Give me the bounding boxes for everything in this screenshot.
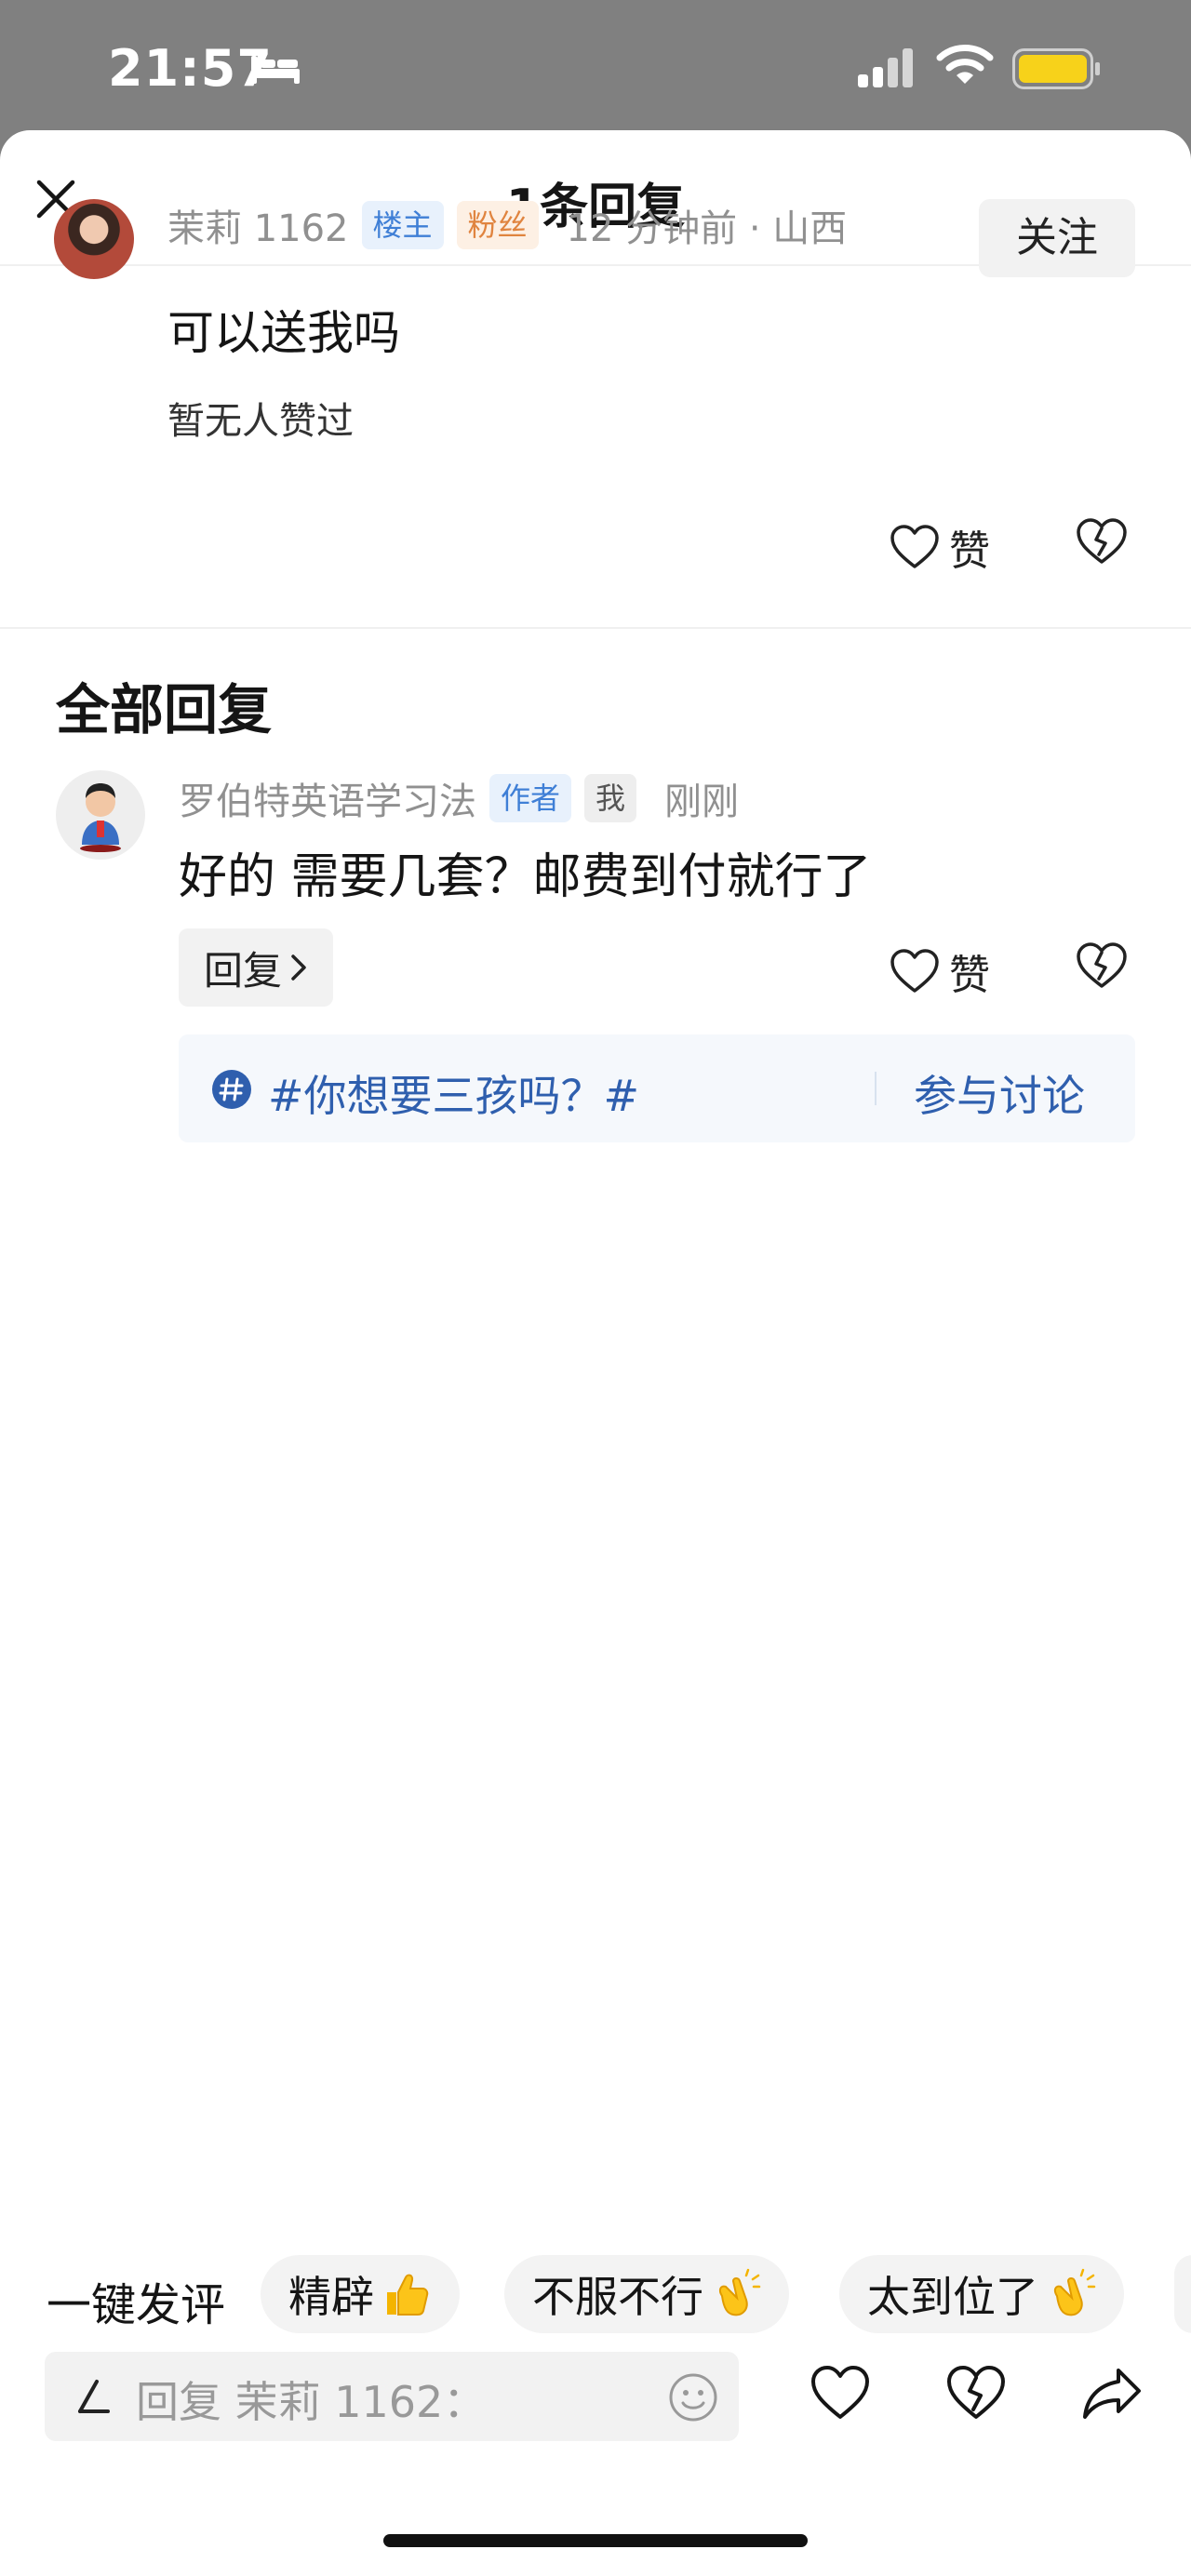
topic-divider — [875, 1072, 877, 1105]
me-badge: 我 — [584, 774, 637, 822]
clapping-hands-icon — [718, 2268, 761, 2316]
heart-icon — [890, 949, 939, 993]
like-button[interactable]: 赞 — [890, 517, 990, 577]
chip-label: 太到位了 — [867, 2272, 1038, 2322]
like-button[interactable]: 赞 — [890, 941, 990, 1001]
quick-comment-chip[interactable]: 不服不行 — [504, 2255, 789, 2333]
op-badge: 楼主 — [361, 201, 444, 249]
replies-sheet: 1条回复 — [0, 130, 1191, 2576]
reply-text: 好的 需要几套？邮费到付就行了 — [179, 849, 872, 905]
topic-card[interactable]: #你想要三孩吗？# 参与讨论 — [179, 1034, 1135, 1142]
reply-meta: 罗伯特英语学习法 作者 我 刚刚 — [179, 770, 739, 826]
heart-icon — [890, 525, 939, 568]
broken-heart-icon[interactable] — [945, 2363, 1007, 2424]
quick-comment-bar: 一键发评 精辟 不服不行 太到位了 — [0, 2255, 1191, 2339]
like-label: 赞 — [949, 527, 990, 575]
reply-button-label: 回复 — [203, 947, 282, 994]
section-title: 全部回复 — [56, 678, 273, 741]
quick-comment-chip[interactable]: 太到位了 — [839, 2255, 1124, 2333]
comment-time-location: 12 分钟前 · 山西 — [566, 207, 848, 250]
topic-title: #你想要三孩吗？# — [268, 1071, 640, 1121]
section-divider — [0, 627, 1191, 629]
reply-input[interactable]: 回复 茉莉 1162： — [45, 2352, 739, 2441]
cellular-signal-icon — [858, 48, 913, 87]
thumbs-up-icon — [387, 2274, 429, 2316]
author-badge: 作者 — [489, 774, 572, 822]
like-label: 赞 — [949, 952, 990, 999]
comment-meta: 茉莉 1162 楼主 粉丝 12 分钟前 · 山西 — [167, 199, 847, 251]
username[interactable]: 茉莉 1162 — [167, 198, 349, 252]
sleep-mode-icon — [251, 56, 300, 84]
likes-status: 暂无人赞过 — [167, 400, 354, 443]
status-bar: 21:57 — [0, 0, 1191, 130]
heart-icon[interactable] — [810, 2363, 871, 2424]
clapping-hands-icon — [1053, 2268, 1096, 2316]
join-discussion-link[interactable]: 参与讨论 — [914, 1062, 1085, 1124]
chip-label: 不服不行 — [532, 2272, 703, 2322]
hashtag-icon — [212, 1070, 251, 1109]
reply-button[interactable]: 回复 — [179, 928, 333, 1007]
status-time: 21:57 — [108, 39, 273, 98]
reply-input-placeholder: 回复 茉莉 1162： — [136, 2377, 487, 2427]
comment-text: 可以送我吗 — [167, 306, 400, 360]
broken-heart-icon[interactable] — [1076, 941, 1128, 990]
follow-button[interactable]: 关注 — [979, 199, 1135, 277]
share-icon[interactable] — [1081, 2363, 1143, 2424]
reply-time: 刚刚 — [664, 781, 740, 823]
broken-heart-icon[interactable] — [1076, 517, 1128, 566]
quick-comment-label: 一键发评 — [47, 2279, 226, 2331]
wifi-icon — [936, 45, 994, 84]
avatar[interactable] — [54, 199, 134, 279]
fan-badge: 粉丝 — [456, 201, 539, 249]
username[interactable]: 罗伯特英语学习法 — [179, 771, 476, 825]
pen-icon — [78, 2380, 110, 2413]
emoji-icon[interactable] — [668, 2372, 718, 2423]
avatar-cartoon-icon — [80, 783, 121, 852]
chip-label: 精辟 — [288, 2272, 374, 2322]
battery-icon — [1012, 48, 1100, 89]
home-indicator — [383, 2534, 808, 2547]
chevron-right-icon — [291, 954, 306, 981]
quick-comment-chip-overflow[interactable] — [1174, 2255, 1191, 2333]
quick-comment-chip[interactable]: 精辟 — [261, 2255, 460, 2333]
avatar[interactable] — [56, 770, 145, 860]
